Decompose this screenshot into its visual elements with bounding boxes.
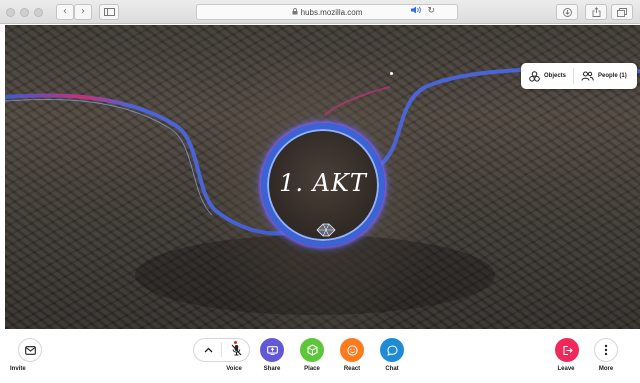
audio-playing-icon[interactable]: [411, 6, 423, 16]
chevron-left-icon: ‹: [63, 6, 67, 17]
people-icon: [581, 71, 594, 81]
browser-toolbar: ‹ › hubs.mozilla.com ↻: [0, 0, 640, 24]
hubs-3d-scene[interactable]: 1. AKT Objects People (1): [5, 25, 640, 329]
voice-control: [193, 338, 250, 362]
mic-active-indicator: [234, 341, 237, 344]
microphone-muted-icon: [231, 344, 241, 356]
voice-label: Voice: [226, 366, 242, 372]
crystal-object-icon[interactable]: [315, 223, 337, 237]
screen-share-icon: [266, 345, 278, 355]
more-label: More: [598, 366, 614, 372]
react-button[interactable]: [340, 338, 364, 362]
sidebar-icon: [103, 8, 115, 16]
cube-icon: [306, 344, 318, 356]
window-minimize-button[interactable]: [20, 8, 29, 17]
lock-icon: [292, 7, 298, 17]
forward-button[interactable]: ›: [74, 4, 92, 20]
tabs-overview-button[interactable]: [611, 4, 633, 20]
exit-icon: [562, 345, 573, 355]
chat-label: Chat: [385, 366, 399, 372]
more-button[interactable]: [594, 338, 618, 362]
url-text: hubs.mozilla.com: [300, 7, 363, 17]
voice-divider: [221, 343, 222, 357]
voice-options-button[interactable]: [194, 339, 222, 361]
window-close-button[interactable]: [6, 8, 15, 17]
share-page-button[interactable]: [585, 4, 607, 20]
sidebar-toggle-button[interactable]: [99, 4, 119, 20]
objects-label: Objects: [544, 73, 567, 79]
objects-icon: [529, 70, 540, 82]
window-zoom-button[interactable]: [34, 8, 43, 17]
downloads-button[interactable]: [556, 4, 578, 20]
invite-button[interactable]: [18, 338, 42, 362]
people-button[interactable]: People (1): [581, 63, 627, 89]
chat-button[interactable]: [380, 338, 404, 362]
leave-label: Leave: [557, 366, 575, 372]
back-button[interactable]: ‹: [56, 4, 74, 20]
invite-label: Invite: [10, 366, 26, 372]
download-icon: [562, 7, 572, 17]
bottom-toolbar: Invite Voice Share Place React Chat Leav…: [0, 329, 640, 383]
place-label: Place: [304, 366, 320, 372]
more-vertical-icon: [604, 344, 608, 356]
panel-divider: [573, 68, 575, 84]
envelope-icon: [24, 345, 36, 355]
chevron-up-icon: [204, 347, 212, 353]
portal-ring[interactable]: 1. AKT: [261, 123, 385, 247]
light-point: [390, 72, 393, 75]
place-button[interactable]: [300, 338, 324, 362]
smiley-icon: [346, 344, 358, 356]
people-label: People (1): [598, 73, 627, 79]
reload-icon[interactable]: ↻: [427, 6, 435, 16]
share-label: Share: [263, 366, 281, 372]
tabs-icon: [617, 7, 627, 17]
leave-button[interactable]: [555, 338, 579, 362]
objects-button[interactable]: Objects: [529, 63, 566, 89]
chat-bubble-icon: [386, 344, 398, 356]
share-button[interactable]: [260, 338, 284, 362]
chevron-right-icon: ›: [81, 6, 85, 17]
objects-people-panel: Objects People (1): [521, 63, 637, 89]
share-page-icon: [592, 7, 600, 17]
address-bar[interactable]: hubs.mozilla.com ↻: [196, 4, 458, 20]
portal-label: 1. AKT: [279, 169, 367, 197]
react-label: React: [343, 366, 361, 372]
